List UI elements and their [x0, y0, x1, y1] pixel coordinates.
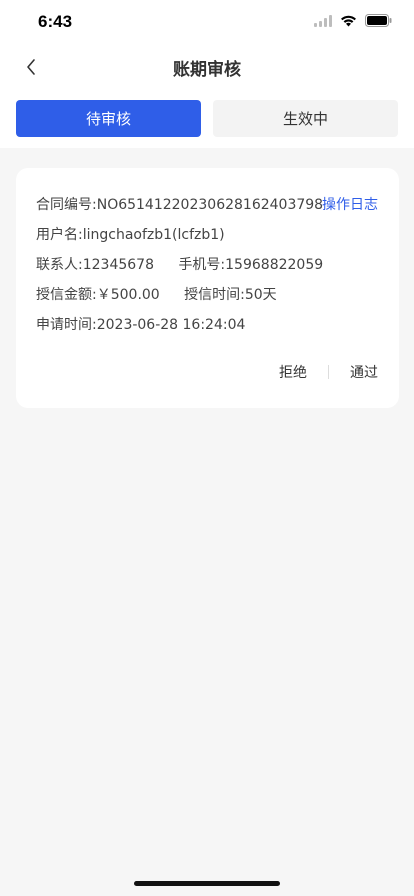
- credit-amount: 授信金额:￥500.00: [36, 287, 160, 303]
- credit-row: 授信金额:￥500.00 授信时间:50天: [36, 284, 277, 304]
- username: 用户名:lingchaofzb1(lcfzb1): [36, 227, 225, 243]
- apply-time: 申请时间:2023-06-28 16:24:04: [36, 317, 246, 333]
- tab-bar: 待审核 生效中: [0, 90, 414, 148]
- card-actions: 拒绝 通过: [279, 362, 378, 382]
- signal-icon: [314, 14, 332, 27]
- battery-icon: [365, 14, 392, 27]
- tab-label: 生效中: [282, 110, 328, 128]
- reject-button[interactable]: 拒绝: [279, 362, 307, 382]
- status-bar: 6:43: [0, 0, 414, 44]
- nav-bar: 账期审核: [0, 44, 414, 90]
- tab-active[interactable]: 生效中: [213, 100, 398, 137]
- status-icons: [314, 14, 392, 27]
- tab-pending-review[interactable]: 待审核: [16, 100, 201, 137]
- contact-row: 联系人:12345678 手机号:15968822059: [36, 254, 323, 274]
- credit-time: 授信时间:50天: [184, 287, 277, 303]
- wifi-icon: [340, 15, 357, 27]
- review-card: 合同编号:NO65141220230628162403798 操作日志 用户名:…: [16, 168, 399, 408]
- approve-button[interactable]: 通过: [350, 362, 378, 382]
- tab-label: 待审核: [85, 110, 131, 128]
- status-time: 6:43: [38, 12, 73, 31]
- contact-person: 联系人:12345678: [36, 257, 154, 273]
- phone-number: 手机号:15968822059: [178, 257, 324, 273]
- operation-log-link[interactable]: 操作日志: [322, 194, 378, 214]
- action-divider: [328, 365, 329, 379]
- contract-number: 合同编号:NO65141220230628162403798: [36, 197, 324, 213]
- page-title: 账期审核: [173, 60, 241, 80]
- home-indicator: [134, 881, 280, 886]
